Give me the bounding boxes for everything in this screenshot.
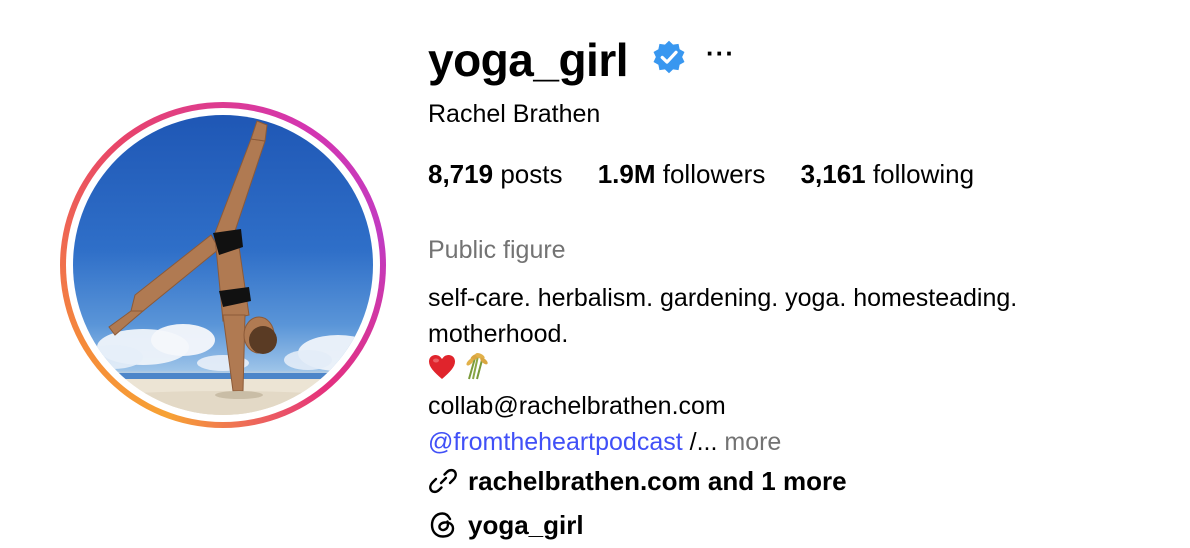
posts-stat: 8,719 posts xyxy=(428,158,562,190)
profile-bio: self-care. herbalism. gardening. yoga. h… xyxy=(428,280,1148,460)
posts-label: posts xyxy=(500,159,563,189)
profile-full-name: Rachel Brathen xyxy=(428,100,601,128)
profile-category: Public figure xyxy=(428,236,566,264)
threads-username[interactable]: yoga_girl xyxy=(468,508,584,542)
avatar-photo-illustration xyxy=(73,120,373,415)
avatar[interactable] xyxy=(73,115,373,415)
bio-truncation: /... xyxy=(682,428,725,456)
bio-line-2: motherhood. xyxy=(428,320,569,348)
bio-emoji-row xyxy=(428,352,1148,388)
threads-link[interactable]: yoga_girl xyxy=(428,508,584,542)
profile-username: yoga_girl xyxy=(428,34,629,86)
posts-count: 8,719 xyxy=(428,159,494,189)
profile-stats: 8,719 posts 1.9M followers 3,161 followi… xyxy=(428,158,1002,190)
followers-stat[interactable]: 1.9M followers xyxy=(598,158,766,190)
heart-emoji xyxy=(429,355,455,379)
link-icon xyxy=(429,468,457,494)
followers-label: followers xyxy=(662,159,766,189)
following-stat[interactable]: 3,161 following xyxy=(801,158,974,190)
following-label: following xyxy=(872,159,975,189)
rice-sheaf-emoji xyxy=(466,352,488,380)
bio-email: collab@rachelbrathen.com xyxy=(428,392,726,420)
threads-icon xyxy=(430,512,455,538)
external-link-text[interactable]: rachelbrathen.com and 1 more xyxy=(468,464,847,498)
bio-mention-link[interactable]: @fromtheheartpodcast xyxy=(428,428,683,456)
profile-avatar-ring[interactable] xyxy=(60,102,386,428)
bio-mention-line: @fromtheheartpodcast /... more xyxy=(428,424,1148,460)
bio-line-1: self-care. herbalism. gardening. yoga. h… xyxy=(428,284,1018,312)
verified-badge-icon xyxy=(653,40,685,74)
more-options-button[interactable]: ··· xyxy=(706,38,735,68)
bio-more-button[interactable]: more xyxy=(724,428,781,456)
following-count: 3,161 xyxy=(800,159,866,189)
followers-count: 1.9M xyxy=(597,159,656,189)
external-link[interactable]: rachelbrathen.com and 1 more xyxy=(428,464,847,498)
